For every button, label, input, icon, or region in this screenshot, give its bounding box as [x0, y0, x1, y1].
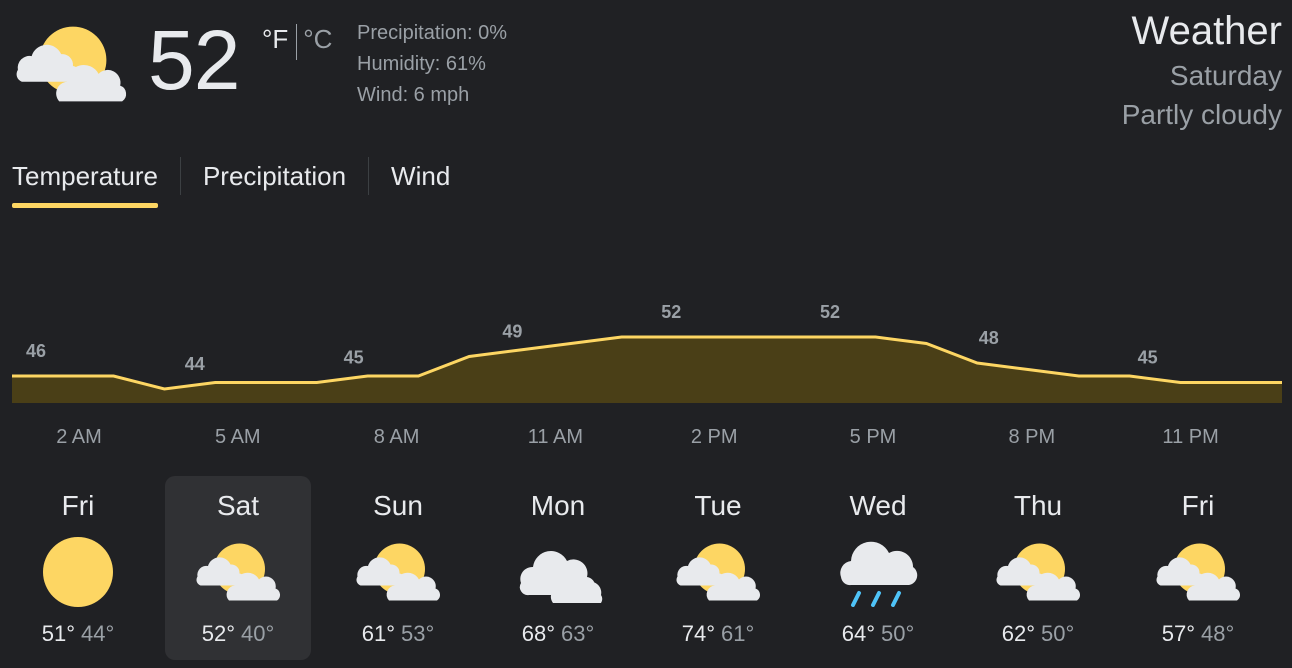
partly-cloudy-icon [353, 537, 443, 607]
day-name: Sat [216, 490, 260, 521]
low-temp: 40° [241, 621, 275, 646]
high-temp: 68° [521, 621, 555, 646]
hour-label: 5 AM [215, 426, 261, 448]
forecast-day[interactable]: Mon 68° 63° [485, 476, 631, 660]
data-label: 52 [661, 302, 681, 322]
hour-label: 2 AM [56, 426, 102, 448]
daily-forecast: Fri 51° 44° Sat 52° 40° Sun 61° 53° Mon 68°… [5, 476, 1285, 662]
data-label: 45 [344, 348, 364, 368]
data-label: 46 [26, 341, 46, 361]
temperature-chart: 46 44 45 49 52 52 48 45 [12, 302, 1282, 403]
sunny-icon [33, 537, 123, 607]
tab-divider [368, 157, 370, 195]
cloudy-icon [513, 537, 603, 607]
high-temp: 52° [201, 621, 235, 646]
current-day: Saturday [1169, 60, 1282, 91]
day-name: Tue [694, 490, 742, 521]
wind-text: Wind: 6 mph [357, 84, 470, 106]
partly-cloudy-icon [673, 537, 763, 607]
data-label: 44 [185, 354, 205, 374]
chart-tabs: Temperature Precipitation Wind [12, 154, 450, 208]
forecast-day[interactable]: Fri 57° 48° [1125, 476, 1271, 660]
data-label: 49 [502, 322, 522, 342]
high-temp: 74° [681, 621, 715, 646]
day-name: Wed [849, 490, 907, 521]
data-label: 45 [1138, 348, 1158, 368]
low-temp: 50° [881, 621, 915, 646]
day-name: Fri [1181, 490, 1215, 521]
data-label: 52 [820, 302, 840, 322]
forecast-day[interactable]: Sun 61° 53° [325, 476, 471, 660]
day-name: Mon [530, 490, 586, 521]
tab-wind[interactable]: Wind [391, 156, 450, 196]
weather-title: Weather [1131, 9, 1282, 53]
hour-label: 2 PM [690, 426, 738, 448]
unit-toggle: °F °C [262, 22, 332, 60]
high-temp: 64° [841, 621, 875, 646]
hour-label: 8 PM [1008, 426, 1056, 448]
day-name: Fri [61, 490, 95, 521]
low-temp: 63° [561, 621, 595, 646]
low-temp: 50° [1041, 621, 1075, 646]
current-details: Precipitation: 0% Humidity: 61% Wind: 6 … [357, 18, 507, 111]
partly-cloudy-icon [12, 22, 130, 106]
partly-cloudy-icon [1153, 537, 1243, 607]
day-name: Sun [373, 490, 423, 521]
tab-divider [179, 157, 181, 195]
low-temp: 44° [81, 621, 115, 646]
fahrenheit-unit-button[interactable]: °F [262, 22, 288, 56]
hour-label: 8 AM [373, 426, 420, 448]
data-label: 48 [979, 328, 999, 348]
forecast-day-selected[interactable]: Sat 52° 40° [165, 476, 311, 660]
tab-temperature[interactable]: Temperature [12, 156, 158, 208]
hour-axis: 2 AM 5 AM 8 AM 11 AM 2 PM 5 PM 8 PM 11 PM [12, 426, 1282, 456]
low-temp: 53° [401, 621, 435, 646]
high-temp: 57° [1161, 621, 1195, 646]
current-condition: Partly cloudy [1121, 99, 1282, 130]
tab-precipitation[interactable]: Precipitation [203, 156, 346, 196]
current-temperature: 52 [148, 13, 240, 107]
low-temp: 48° [1201, 621, 1235, 646]
forecast-day[interactable]: Wed 64° 50° [805, 476, 951, 660]
forecast-day[interactable]: Tue 74° 61° [645, 476, 791, 660]
day-name: Thu [1013, 490, 1063, 521]
partly-cloudy-icon [193, 537, 283, 607]
unit-divider [296, 24, 298, 60]
precipitation-text: Precipitation: 0% [357, 22, 508, 44]
celsius-unit-button[interactable]: °C [303, 22, 332, 56]
humidity-text: Humidity: 61% [357, 53, 486, 75]
partly-cloudy-icon [993, 537, 1083, 607]
forecast-day[interactable]: Fri 51° 44° [5, 476, 151, 660]
forecast-day[interactable]: Thu 62° 50° [965, 476, 1111, 660]
high-temp: 51° [41, 621, 75, 646]
high-temp: 61° [361, 621, 395, 646]
hour-label: 11 PM [1162, 426, 1219, 448]
low-temp: 61° [721, 621, 755, 646]
hour-label: 5 PM [849, 426, 897, 448]
title-block: Weather Saturday Partly cloudy [1122, 6, 1282, 134]
high-temp: 62° [1001, 621, 1035, 646]
rain-icon [833, 537, 923, 607]
hour-label: 11 AM [527, 426, 583, 448]
